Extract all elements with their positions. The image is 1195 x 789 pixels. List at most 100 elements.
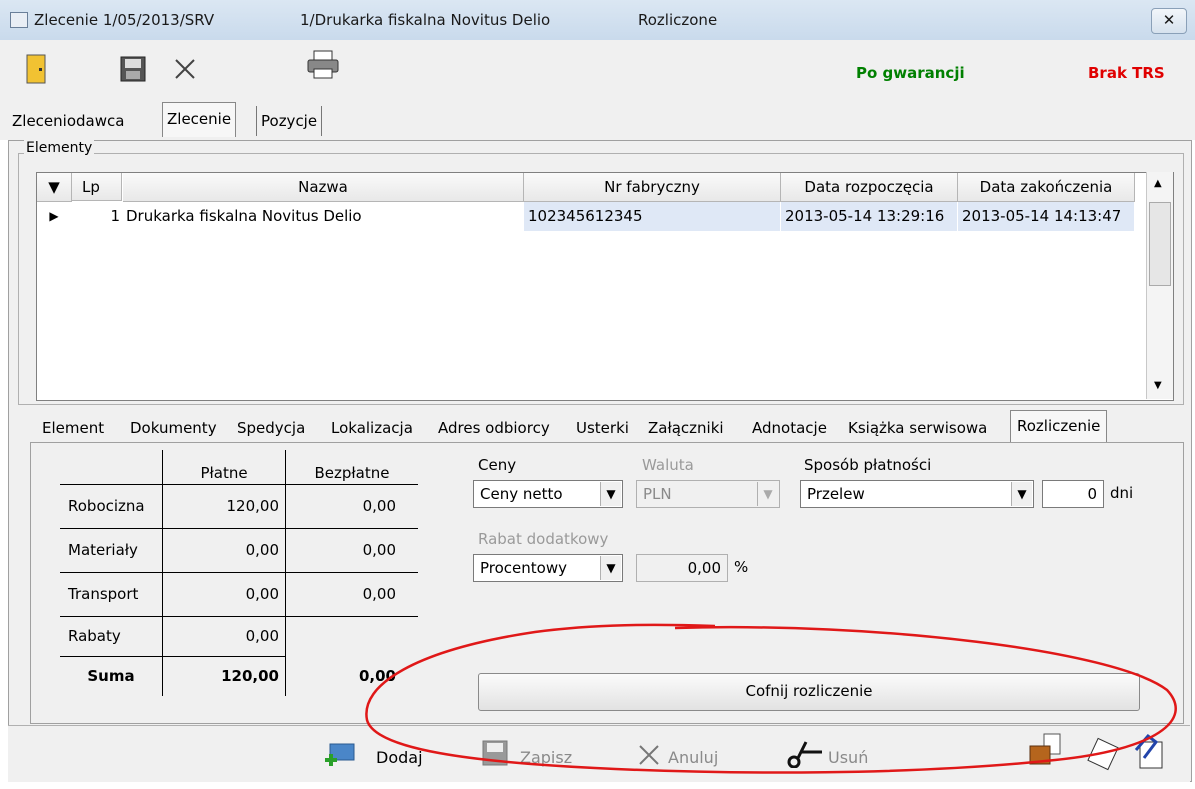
main-tabs: Zleceniodawca Zlecenie Pozycje xyxy=(0,100,1195,140)
tab-ksiazka-serwisowa[interactable]: Książka serwisowa xyxy=(848,416,987,440)
save-icon xyxy=(482,740,508,766)
tab-usterki[interactable]: Usterki xyxy=(576,416,629,440)
table-row: Transport 0,00 0,00 xyxy=(60,572,418,617)
save-button: Zapisz xyxy=(520,748,573,767)
payment-select[interactable]: Przelew ▼ xyxy=(800,480,1034,508)
tab-zleceniodawca[interactable]: Zleceniodawca xyxy=(12,106,124,136)
prices-select[interactable]: Ceny netto ▼ xyxy=(473,480,623,508)
exit-door-icon[interactable] xyxy=(26,54,46,84)
col-serial[interactable]: Nr fabryczny xyxy=(524,173,781,202)
chevron-down-icon[interactable]: ▼ xyxy=(1011,482,1032,506)
row-label: Robocizna xyxy=(60,484,163,529)
table-row: Rabaty 0,00 xyxy=(60,616,418,657)
payment-label: Sposób płatności xyxy=(804,456,932,474)
row-indicator-icon: ▶ xyxy=(49,209,59,223)
warranty-status: Po gwarancji xyxy=(856,64,965,82)
chevron-down-icon[interactable]: ▼ xyxy=(600,482,621,506)
settlement-table: Płatne Bezpłatne Robocizna 120,00 0,00 M… xyxy=(60,450,418,696)
trs-status: Brak TRS xyxy=(1088,64,1165,82)
row-serial: 102345612345 xyxy=(524,202,780,231)
grid-scrollbar[interactable]: ▲ ▼ xyxy=(1146,172,1173,399)
col-lp[interactable]: Lp xyxy=(72,173,122,201)
row-free: 0,00 xyxy=(285,528,418,573)
col-paid: Płatne xyxy=(162,450,286,485)
row-label: Rabaty xyxy=(60,616,163,657)
currency-label: Waluta xyxy=(642,456,694,474)
cancel-button: Anuluj xyxy=(668,748,719,767)
row-start: 2013-05-14 13:29:16 xyxy=(781,202,957,231)
tab-adres-odbiorcy[interactable]: Adres odbiorcy xyxy=(438,416,550,440)
prices-label: Ceny xyxy=(478,456,517,474)
payment-value: Przelew xyxy=(807,485,865,503)
row-paid: 120,00 xyxy=(162,484,286,529)
delete-button[interactable]: Usuń xyxy=(828,748,868,767)
elements-grid: ▼ Lp Nazwa Nr fabryczny Data rozpoczęcia… xyxy=(36,172,1174,401)
row-free xyxy=(285,616,418,656)
row-paid: 0,00 xyxy=(162,616,286,657)
col-free: Bezpłatne xyxy=(285,450,418,485)
row-label: Materiały xyxy=(60,528,163,573)
title-bar: Zlecenie 1/05/2013/SRV 1/Drukarka fiskal… xyxy=(0,0,1195,41)
scroll-up-icon[interactable]: ▲ xyxy=(1154,178,1162,189)
payment-days-input[interactable]: 0 xyxy=(1042,480,1104,508)
printer-icon[interactable] xyxy=(306,50,340,80)
col-name[interactable]: Nazwa xyxy=(123,173,524,202)
currency-value: PLN xyxy=(643,485,672,503)
discount-type-value: Procentowy xyxy=(480,559,567,577)
prices-value: Ceny netto xyxy=(480,485,563,503)
cancel-x-icon[interactable] xyxy=(174,58,196,80)
col-end[interactable]: Data zakończenia xyxy=(958,173,1135,202)
tab-pozycje[interactable]: Pozycje xyxy=(256,106,323,136)
total-paid: 120,00 xyxy=(162,656,286,696)
toolbar: Po gwarancji Brak TRS xyxy=(0,40,1195,100)
app-icon xyxy=(10,12,28,28)
close-button[interactable]: ✕ xyxy=(1151,8,1187,34)
total-free: 0,00 xyxy=(285,656,418,696)
save-icon[interactable] xyxy=(120,56,146,82)
undo-settlement-button[interactable]: Cofnij rozliczenie xyxy=(478,673,1140,711)
discount-value-input[interactable]: 0,00 xyxy=(636,554,728,582)
attachment-icon[interactable] xyxy=(1086,736,1120,772)
bottom-toolbar xyxy=(8,725,1190,782)
grid-filter-icon[interactable]: ▼ xyxy=(37,173,72,202)
row-end: 2013-05-14 14:13:47 xyxy=(958,202,1134,231)
row-label: Transport xyxy=(60,572,163,617)
row-name: Drukarka fiskalna Novitus Delio xyxy=(126,207,362,225)
paperclip-document-icon[interactable] xyxy=(1130,732,1170,772)
row-free: 0,00 xyxy=(285,484,418,529)
tab-rozliczenie[interactable]: Rozliczenie xyxy=(1010,410,1108,443)
detail-tabs: Element Dokumenty Spedycja Lokalizacja A… xyxy=(30,408,1190,443)
currency-select: PLN ▼ xyxy=(636,480,780,508)
tab-spedycja[interactable]: Spedycja xyxy=(237,416,305,440)
row-paid: 0,00 xyxy=(162,572,286,617)
discount-unit: % xyxy=(734,558,749,576)
row-free: 0,00 xyxy=(285,572,418,617)
tab-element[interactable]: Element xyxy=(42,416,104,440)
chevron-down-icon: ▼ xyxy=(757,482,778,506)
row-lp: 1 xyxy=(110,207,120,225)
window-title-item: 1/Drukarka fiskalna Novitus Delio xyxy=(300,11,551,29)
tab-dokumenty[interactable]: Dokumenty xyxy=(130,416,217,440)
total-label: Suma xyxy=(87,667,135,686)
discount-label: Rabat dodatkowy xyxy=(478,530,609,548)
row-paid: 0,00 xyxy=(162,528,286,573)
total-row: Suma 120,00 0,00 xyxy=(60,656,418,696)
col-start[interactable]: Data rozpoczęcia xyxy=(781,173,958,202)
window-title-order: Zlecenie 1/05/2013/SRV xyxy=(34,11,215,29)
tab-zalaczniki[interactable]: Załączniki xyxy=(648,416,724,440)
cancel-x-icon xyxy=(639,745,659,765)
scroll-thumb[interactable] xyxy=(1149,202,1171,286)
discount-type-select[interactable]: Procentowy ▼ xyxy=(473,554,623,582)
tab-adnotacje[interactable]: Adnotacje xyxy=(752,416,827,440)
table-row: Materiały 0,00 0,00 xyxy=(60,528,418,573)
add-icon[interactable] xyxy=(322,740,356,768)
add-button[interactable]: Dodaj xyxy=(376,748,423,767)
tab-lokalizacja[interactable]: Lokalizacja xyxy=(331,416,413,440)
chevron-down-icon[interactable]: ▼ xyxy=(600,556,621,580)
briefcase-document-icon[interactable] xyxy=(1028,732,1062,768)
scroll-down-icon[interactable]: ▼ xyxy=(1154,380,1162,391)
scissors-icon[interactable] xyxy=(786,738,826,768)
tab-zlecenie[interactable]: Zlecenie xyxy=(162,102,237,137)
table-row: Robocizna 120,00 0,00 xyxy=(60,484,418,529)
window-title-status: Rozliczone xyxy=(638,11,718,29)
